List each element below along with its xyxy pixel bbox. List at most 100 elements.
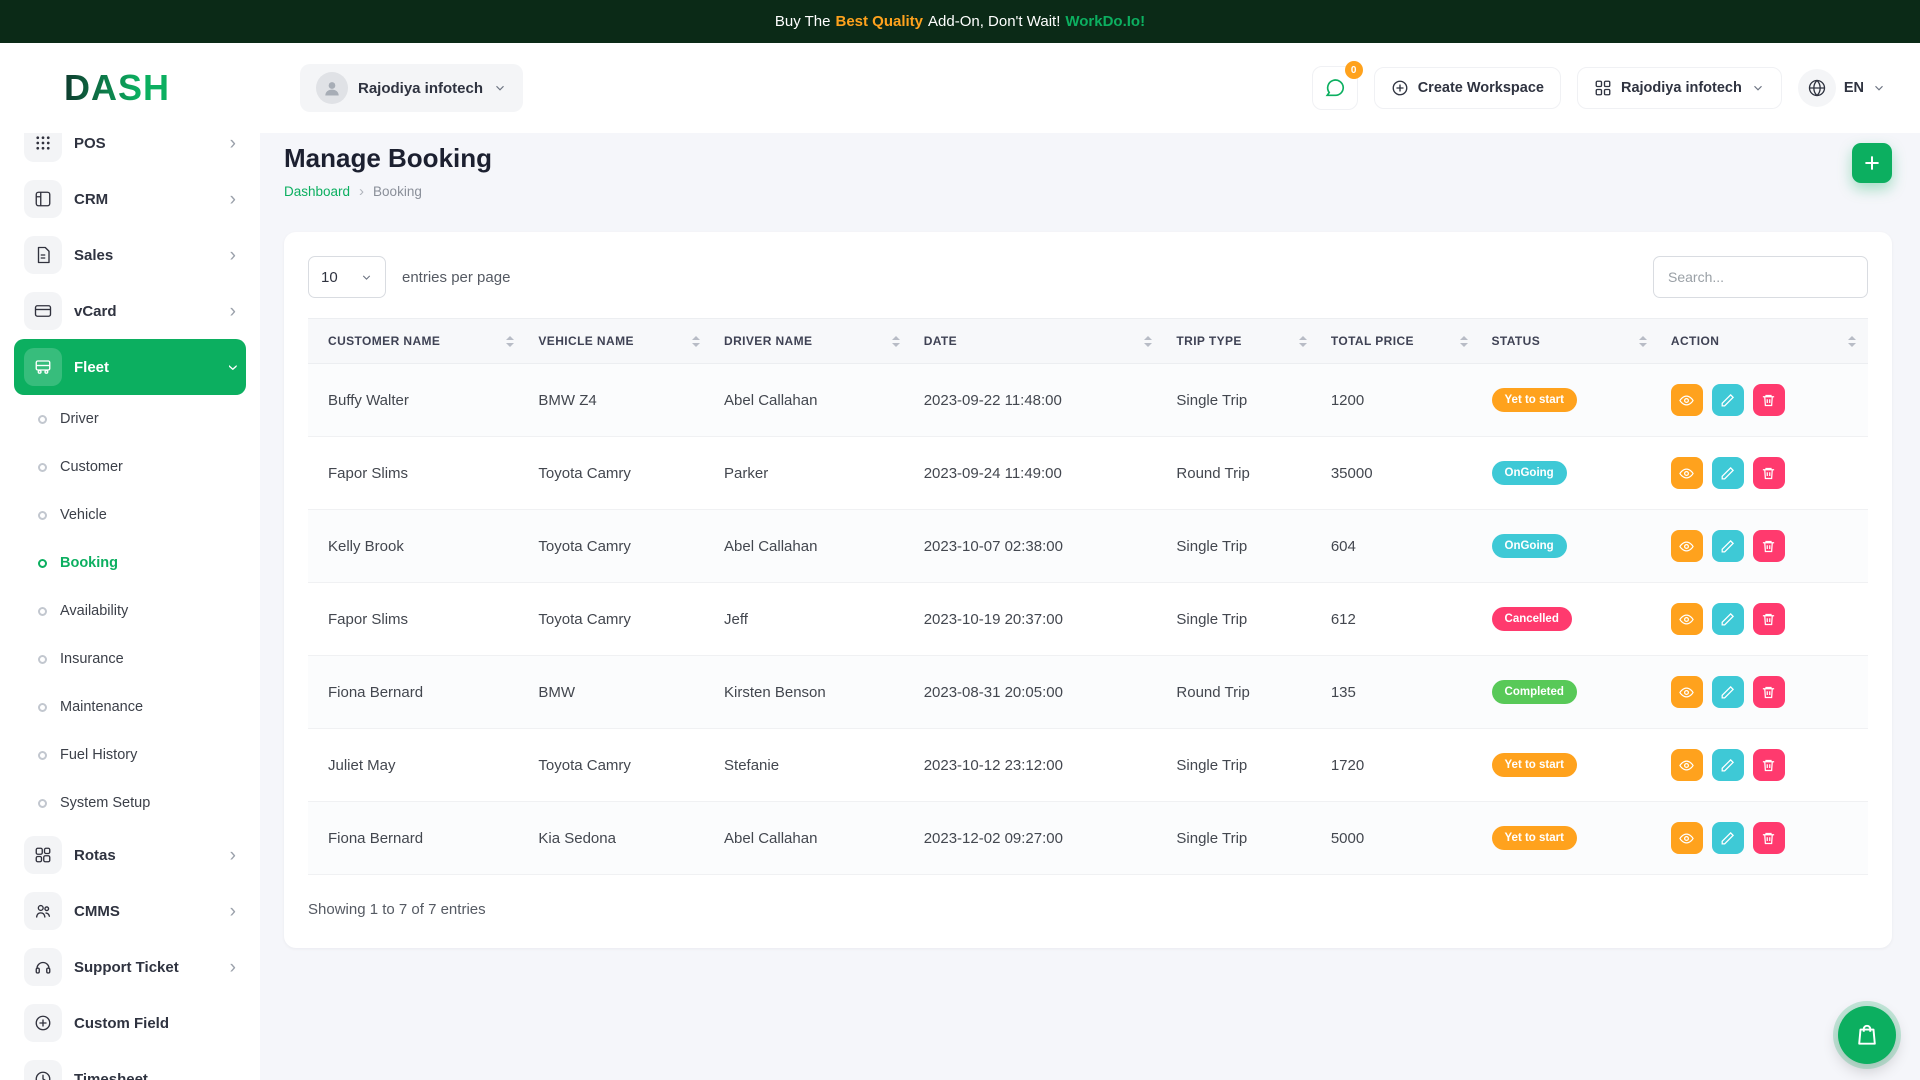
sidebar-subitem-label: Maintenance (60, 699, 143, 715)
column-header-status[interactable]: Status (1480, 319, 1659, 364)
banner-link[interactable]: WorkDo.Io! (1065, 13, 1145, 30)
sidebar-subitem-booking[interactable]: Booking (14, 539, 246, 587)
cell-action (1659, 802, 1868, 875)
sidebar-item-label: CRM (74, 191, 218, 208)
eye-icon (1679, 685, 1694, 700)
sidebar-subitem-vehicle[interactable]: Vehicle (14, 491, 246, 539)
sort-icon[interactable] (1144, 336, 1152, 347)
delete-button[interactable] (1753, 676, 1785, 708)
view-button[interactable] (1671, 384, 1703, 416)
sidebar-item-pos[interactable]: POS (14, 133, 246, 171)
column-header-vehicle-name[interactable]: Vehicle Name (526, 319, 712, 364)
view-button[interactable] (1671, 749, 1703, 781)
table-row: Fapor Slims Toyota Camry Parker 2023-09-… (308, 437, 1868, 510)
page-title: Manage Booking (284, 143, 492, 174)
edit-button[interactable] (1712, 530, 1744, 562)
sidebar-item-custom-field[interactable]: Custom Field (14, 995, 246, 1051)
sidebar-subitem-insurance[interactable]: Insurance (14, 635, 246, 683)
edit-button[interactable] (1712, 603, 1744, 635)
sort-icon[interactable] (1848, 336, 1856, 347)
cell-status: OnGoing (1480, 437, 1659, 510)
view-button[interactable] (1671, 603, 1703, 635)
sidebar-subitem-system-setup[interactable]: System Setup (14, 779, 246, 827)
sidebar-subitem-label: Insurance (60, 651, 124, 667)
trash-icon (1761, 466, 1776, 481)
delete-button[interactable] (1753, 822, 1785, 854)
sidebar-item-fleet[interactable]: Fleet (14, 339, 246, 395)
sidebar-subitem-customer[interactable]: Customer (14, 443, 246, 491)
chevron-right-icon (230, 958, 236, 977)
eye-icon (1679, 612, 1694, 627)
row-actions (1671, 749, 1856, 781)
sidebar-subitem-maintenance[interactable]: Maintenance (14, 683, 246, 731)
view-button[interactable] (1671, 822, 1703, 854)
sidebar-item-crm[interactable]: CRM (14, 171, 246, 227)
app-logo[interactable]: DASH (64, 67, 170, 109)
delete-button[interactable] (1753, 530, 1785, 562)
sidebar-item-cmms[interactable]: CMMS (14, 883, 246, 939)
sort-icon[interactable] (1299, 336, 1307, 347)
cell-vehicle-name: BMW Z4 (526, 364, 712, 437)
column-header-total-price[interactable]: Total Price (1319, 319, 1480, 364)
delete-button[interactable] (1753, 603, 1785, 635)
sort-icon[interactable] (892, 336, 900, 347)
sidebar-item-sales[interactable]: Sales (14, 227, 246, 283)
column-header-date[interactable]: Date (912, 319, 1165, 364)
sort-icon[interactable] (1460, 336, 1468, 347)
column-header-action[interactable]: Action (1659, 319, 1868, 364)
entries-per-page-select[interactable]: 10 (308, 256, 386, 298)
edit-button[interactable] (1712, 384, 1744, 416)
cell-trip-type: Single Trip (1164, 510, 1318, 583)
view-button[interactable] (1671, 530, 1703, 562)
edit-button[interactable] (1712, 457, 1744, 489)
column-label: Date (924, 334, 957, 348)
column-header-driver-name[interactable]: Driver Name (712, 319, 912, 364)
eye-icon (1679, 539, 1694, 554)
workspace-selector[interactable]: Rajodiya infotech (300, 64, 523, 112)
sidebar-item-label: Custom Field (74, 1015, 236, 1032)
clock-icon (24, 1060, 62, 1080)
sidebar-subitem-label: Availability (60, 603, 128, 619)
create-workspace-button[interactable]: Create Workspace (1374, 67, 1561, 109)
delete-button[interactable] (1753, 384, 1785, 416)
eye-icon (1679, 831, 1694, 846)
column-header-trip-type[interactable]: Trip Type (1164, 319, 1318, 364)
delete-button[interactable] (1753, 749, 1785, 781)
sort-icon[interactable] (1639, 336, 1647, 347)
messages-button[interactable]: 0 (1312, 66, 1358, 110)
sidebar-item-timesheet[interactable]: Timesheet (14, 1051, 246, 1080)
sort-icon[interactable] (692, 336, 700, 347)
sort-icon[interactable] (506, 336, 514, 347)
sidebar-item-vcard[interactable]: vCard (14, 283, 246, 339)
edit-button[interactable] (1712, 749, 1744, 781)
search-input[interactable] (1653, 256, 1868, 298)
shopping-bag-icon (1854, 1022, 1880, 1048)
sidebar-item-rotas[interactable]: Rotas (14, 827, 246, 883)
view-button[interactable] (1671, 676, 1703, 708)
booking-table-card: 10 entries per page Customer Name Vehicl… (284, 232, 1892, 948)
edit-button[interactable] (1712, 822, 1744, 854)
language-selector[interactable]: EN (1798, 69, 1886, 107)
view-button[interactable] (1671, 457, 1703, 489)
avatar (316, 72, 348, 104)
cell-status: Yet to start (1480, 802, 1659, 875)
status-badge: Yet to start (1492, 753, 1577, 777)
sidebar-item-support-ticket[interactable]: Support Ticket (14, 939, 246, 995)
status-badge: Completed (1492, 680, 1577, 704)
eye-icon (1679, 393, 1694, 408)
delete-button[interactable] (1753, 457, 1785, 489)
breadcrumb-dashboard-link[interactable]: Dashboard (284, 184, 350, 199)
sidebar-subitem-fuel-history[interactable]: Fuel History (14, 731, 246, 779)
column-header-customer-name[interactable]: Customer Name (308, 319, 526, 364)
status-badge: OnGoing (1492, 534, 1567, 558)
header-actions: 0 Create Workspace Rajodiya infotech EN (1312, 66, 1886, 110)
addon-cart-button[interactable] (1838, 1006, 1896, 1064)
promo-banner: Buy The Best Quality Add-On, Don't Wait!… (0, 0, 1920, 43)
edit-button[interactable] (1712, 676, 1744, 708)
add-booking-button[interactable] (1852, 143, 1892, 183)
company-selector[interactable]: Rajodiya infotech (1577, 67, 1782, 109)
status-badge: Cancelled (1492, 607, 1572, 631)
table-header-row: Customer Name Vehicle Name Driver Name D… (308, 319, 1868, 364)
sidebar-subitem-availability[interactable]: Availability (14, 587, 246, 635)
sidebar-subitem-driver[interactable]: Driver (14, 395, 246, 443)
